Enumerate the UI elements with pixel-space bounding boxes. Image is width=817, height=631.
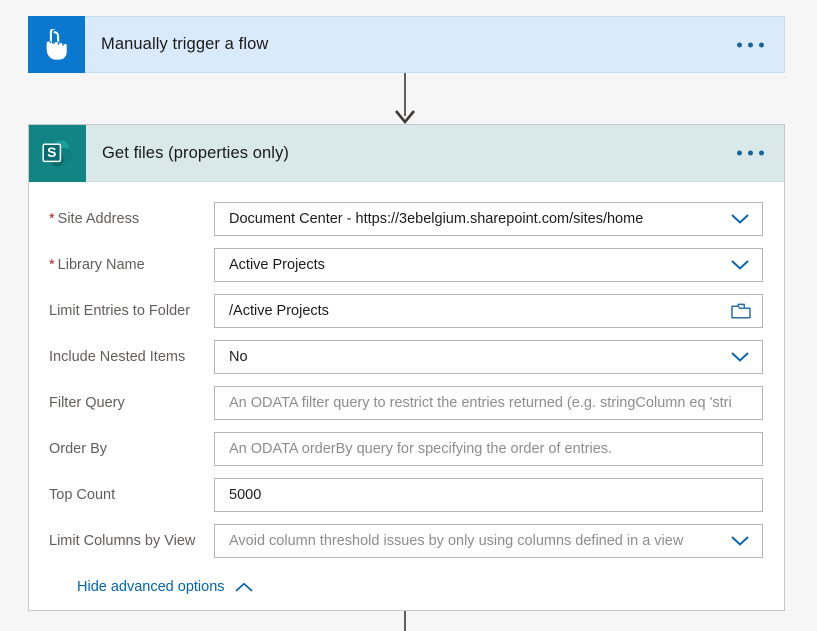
svg-text:S: S <box>47 144 56 160</box>
connector-action-to-next <box>404 610 406 631</box>
field-label-text: Library Name <box>57 257 145 273</box>
field-row-site-address: * Site Address Document Center - https:/… <box>29 196 784 242</box>
field-row-order-by: Order By An ODATA orderBy query for spec… <box>29 426 784 472</box>
library-name-value: Active Projects <box>229 257 325 273</box>
field-label-top-count: Top Count <box>49 487 214 503</box>
field-label-site-address: * Site Address <box>49 211 214 227</box>
chevron-down-icon[interactable] <box>731 352 749 363</box>
action-card-more-options-button[interactable] <box>737 150 764 156</box>
chevron-down-icon[interactable] <box>731 260 749 271</box>
flow-designer-canvas: Manually trigger a flow S Get files (pro… <box>0 0 817 631</box>
site-address-value: Document Center - https://3ebelgium.shar… <box>229 211 644 227</box>
order-by-placeholder: An ODATA orderBy query for specifying th… <box>229 441 613 457</box>
field-label-filter-query: Filter Query <box>49 395 214 411</box>
chevron-up-icon[interactable] <box>234 582 253 593</box>
site-address-dropdown[interactable]: Document Center - https://3ebelgium.shar… <box>214 202 763 236</box>
field-label-order-by: Order By <box>49 441 214 457</box>
action-card-header[interactable]: S Get files (properties only) <box>29 124 784 182</box>
limit-columns-by-view-placeholder: Avoid column threshold issues by only us… <box>229 533 684 549</box>
include-nested-items-value: No <box>229 349 248 365</box>
field-label-text: Site Address <box>57 211 140 227</box>
connector-trigger-to-action <box>394 72 416 125</box>
field-label-library-name: * Library Name <box>49 257 214 273</box>
field-row-library-name: * Library Name Active Projects <box>29 242 784 288</box>
library-name-dropdown[interactable]: Active Projects <box>214 248 763 282</box>
field-row-include-nested-items: Include Nested Items No <box>29 334 784 380</box>
field-label-limit-entries-to-folder: Limit Entries to Folder <box>49 303 214 319</box>
field-row-filter-query: Filter Query An ODATA filter query to re… <box>29 380 784 426</box>
field-row-top-count: Top Count 5000 <box>29 472 784 518</box>
field-label-text: Order By <box>49 441 108 457</box>
field-label-text: Include Nested Items <box>49 349 186 365</box>
order-by-input[interactable]: An ODATA orderBy query for specifying th… <box>214 432 763 466</box>
trigger-card-title: Manually trigger a flow <box>101 35 269 53</box>
limit-entries-to-folder-input[interactable]: /Active Projects <box>214 294 763 328</box>
field-label-text: Limit Columns by View <box>49 533 196 549</box>
hide-advanced-options-label: Hide advanced options <box>77 579 225 595</box>
filter-query-placeholder: An ODATA filter query to restrict the en… <box>229 395 732 411</box>
folder-picker-icon[interactable] <box>730 301 752 321</box>
top-count-input[interactable]: 5000 <box>214 478 763 512</box>
hand-tap-icon <box>28 16 85 73</box>
field-label-include-nested-items: Include Nested Items <box>49 349 214 365</box>
required-indicator: * <box>49 210 55 227</box>
trigger-card[interactable]: Manually trigger a flow <box>28 16 785 73</box>
limit-entries-to-folder-value: /Active Projects <box>229 303 329 319</box>
action-card-title: Get files (properties only) <box>102 143 290 162</box>
top-count-value: 5000 <box>229 487 262 503</box>
sharepoint-icon: S <box>29 124 86 182</box>
action-card-form: * Site Address Document Center - https:/… <box>29 182 784 596</box>
field-label-text: Filter Query <box>49 395 125 411</box>
hide-advanced-options-button[interactable]: Hide advanced options <box>77 579 253 595</box>
chevron-down-icon[interactable] <box>731 536 749 547</box>
field-row-limit-entries-to-folder: Limit Entries to Folder /Active Projects <box>29 288 784 334</box>
field-label-limit-columns-by-view: Limit Columns by View <box>49 533 214 549</box>
field-label-text: Limit Entries to Folder <box>49 303 191 319</box>
field-row-limit-columns-by-view: Limit Columns by View Avoid column thres… <box>29 518 784 564</box>
filter-query-input[interactable]: An ODATA filter query to restrict the en… <box>214 386 763 420</box>
field-label-text: Top Count <box>49 487 116 503</box>
action-card[interactable]: S Get files (properties only) * Site Add… <box>28 124 785 611</box>
required-indicator: * <box>49 256 55 273</box>
limit-columns-by-view-dropdown[interactable]: Avoid column threshold issues by only us… <box>214 524 763 558</box>
include-nested-items-dropdown[interactable]: No <box>214 340 763 374</box>
trigger-card-header[interactable]: Manually trigger a flow <box>28 16 785 73</box>
chevron-down-icon[interactable] <box>731 214 749 225</box>
trigger-card-more-options-button[interactable] <box>737 42 764 47</box>
